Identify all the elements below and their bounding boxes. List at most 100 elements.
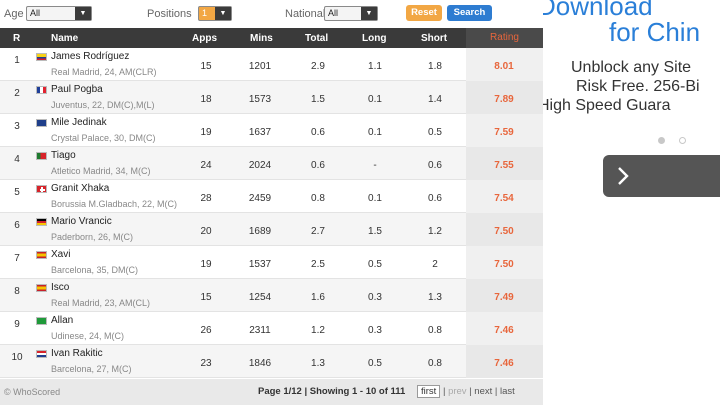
rating-cell: 7.59 [494,127,514,138]
first-page-link[interactable]: first [417,385,441,398]
rating-cell: 7.50 [494,259,514,270]
spain-flag [36,284,47,292]
carousel-dot[interactable] [679,137,686,144]
player-name-link[interactable]: James Rodríguez [51,51,129,62]
short-cell: 0.8 [428,358,442,369]
total-cell: 0.8 [311,193,325,204]
age-select[interactable]: All ▼ [26,6,92,21]
positions-select-value: 1 [202,8,208,18]
apps-cell: 26 [200,325,212,336]
player-name-link[interactable]: Granit Xhaka [51,183,109,194]
reset-button[interactable]: Reset [406,5,442,21]
rank-cell: 1 [14,55,20,66]
rating-cell: 7.55 [494,160,514,171]
rank-cell: 4 [14,154,20,165]
table-row[interactable]: 1 James Rodríguez Real Madrid, 24, AM(CLR)… [0,48,543,81]
mins-cell: 2459 [248,193,272,204]
age-select-value: All [30,8,41,18]
rank-cell: 2 [14,88,20,99]
table-header: R Name Apps Mins Total Long Short Rating [0,28,543,48]
germany-flag [36,218,47,226]
colombia-flag [36,53,47,61]
table-row[interactable]: 7 Xavi Barcelona, 35, DM(C) 19 1537 2.5 0.5 2 7.… [0,246,543,279]
table-row[interactable]: 10 Ivan Rakitic Barcelona, 27, M(C) 23 1846 1… [0,345,543,378]
player-details: Borussia M.Gladbach, 22, M(C) [51,199,178,209]
header-name[interactable]: Name [51,33,78,44]
ad-next-button[interactable] [603,155,720,197]
rank-cell: 9 [14,319,20,330]
next-page-link[interactable]: next [474,386,492,397]
header-total[interactable]: Total [305,33,328,44]
last-page-link[interactable]: last [500,386,515,397]
player-name-link[interactable]: Paul Pogba [51,84,103,95]
apps-cell: 15 [200,61,212,72]
long-cell: - [373,160,377,171]
mins-cell: 1201 [248,61,272,72]
mins-cell: 2024 [248,160,272,171]
total-cell: 1.3 [311,358,325,369]
nationality-select[interactable]: All ▼ [324,6,378,21]
rank-cell: 3 [14,121,20,132]
spain-flag [36,251,47,259]
mins-cell: 2311 [249,325,271,336]
header-mins[interactable]: Mins [250,33,273,44]
mins-cell: 1637 [248,127,272,138]
apps-cell: 20 [200,226,212,237]
ad-line-1: Unblock any Site [571,59,692,76]
chevron-down-icon: ▼ [215,7,231,20]
apps-cell: 19 [200,127,212,138]
rating-cell: 8.01 [494,61,514,72]
long-cell: 0.1 [368,94,382,105]
header-short[interactable]: Short [421,33,447,44]
player-name-link[interactable]: Ivan Rakitic [51,348,103,359]
positions-select[interactable]: 1 ▼ [198,6,232,21]
ad-line-2: Risk Free. 256-Bi [576,78,700,95]
page-info: Page 1/12 | Showing 1 - 10 of 111 [258,386,406,397]
table-row[interactable]: 2 Paul Pogba Juventus, 22, DM(C),M(L) 18 157… [0,81,543,114]
player-name-link[interactable]: Mario Vrancic [51,216,112,227]
header-rating[interactable]: Rating [466,28,543,48]
player-name-link[interactable]: Tiago [51,150,76,161]
long-cell: 1.5 [368,226,382,237]
table-row[interactable]: 6 Mario Vrancic Paderborn, 26, M(C) 20 1689 2… [0,213,543,246]
france-flag [36,86,47,94]
chevron-right-icon [618,167,629,185]
player-name-link[interactable]: Xavi [51,249,70,260]
player-details: Real Madrid, 23, AM(CL) [51,298,151,308]
brazil-flag [36,317,47,325]
advertisement-panel[interactable]: Download for Chin Unblock any Site Risk … [543,0,720,405]
mins-cell: 1254 [248,292,272,303]
long-cell: 0.3 [368,325,382,336]
header-apps[interactable]: Apps [192,33,217,44]
total-cell: 2.9 [311,61,325,72]
table-row[interactable]: 4 Tiago Atletico Madrid, 34, M(C) 24 2024 0.6… [0,147,543,180]
short-cell: 0.5 [428,127,442,138]
prev-page-link[interactable]: prev [448,386,466,397]
chevron-down-icon: ▼ [361,7,377,20]
header-rank[interactable]: R [13,33,20,44]
portugal-flag [36,152,47,160]
table-row[interactable]: 5 Granit Xhaka Borussia M.Gladbach, 22, M(… [0,180,543,213]
header-long[interactable]: Long [362,33,386,44]
table-row[interactable]: 9 Allan Udinese, 24, M(C) 26 2311 1.2 0.3 0.8 7.… [0,312,543,345]
switzerland-flag [36,185,47,193]
search-button[interactable]: Search [447,5,492,21]
long-cell: 0.5 [368,259,382,270]
mins-cell: 1689 [248,226,272,237]
player-name-link[interactable]: Mile Jedinak [51,117,107,128]
long-cell: 0.1 [368,193,382,204]
mins-cell: 1537 [248,259,272,270]
carousel-dot-active[interactable] [658,137,665,144]
long-cell: 0.5 [368,358,382,369]
total-cell: 0.6 [311,127,325,138]
table-row[interactable]: 8 Isco Real Madrid, 23, AM(CL) 15 1254 1.6 0.3… [0,279,543,312]
total-cell: 1.2 [311,325,325,336]
table-row[interactable]: 3 Mile Jedinak Crystal Palace, 30, DM(C) 19… [0,114,543,147]
total-cell: 1.6 [311,292,325,303]
short-cell: 0.6 [428,193,442,204]
player-name-link[interactable]: Allan [51,315,73,326]
short-cell: 1.4 [428,94,442,105]
player-name-link[interactable]: Isco [51,282,69,293]
table-body: 1 James Rodríguez Real Madrid, 24, AM(CLR)… [0,48,543,378]
player-stats-widget: Age All ▼ Positions 1 ▼ Nationality All … [0,0,543,405]
